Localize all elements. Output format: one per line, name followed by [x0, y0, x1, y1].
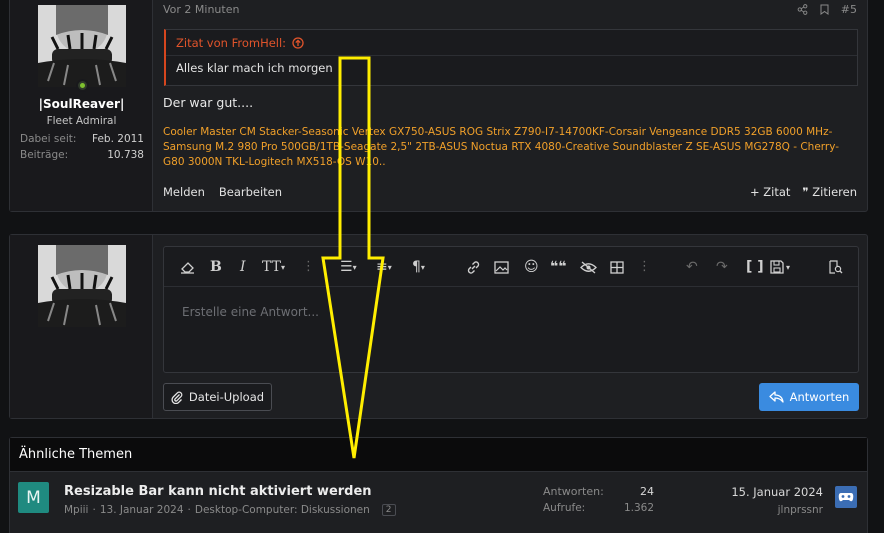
plus-icon: + [750, 185, 760, 199]
thread-author-avatar[interactable]: M [18, 482, 49, 513]
quote-author[interactable]: Zitat von FromHell: [176, 36, 286, 50]
thread-date[interactable]: 13. Januar 2024 [100, 504, 184, 516]
share-icon[interactable] [797, 4, 808, 15]
joined-label: Dabei seit: [20, 133, 77, 145]
preview-icon[interactable] [828, 258, 843, 276]
editor-toolbar: B I TT ▾ ⋮ ☰ ▾ ≡ ▾ ¶ ▾ ☺ ❝❝ ⋮ ↶ ↷ [ ] ▾ [164, 247, 858, 287]
post-user-panel: |SoulReaver| Fleet Admiral Dabei seit: F… [10, 0, 153, 211]
quote-marks-icon: ❞ [802, 185, 809, 199]
cite-button-label: Zitieren [812, 185, 857, 199]
toolbar-more-icon-2[interactable]: ⋮ [638, 259, 651, 274]
quote-divider [166, 55, 857, 56]
post-number[interactable]: #5 [841, 3, 857, 16]
reply-placeholder: Erstelle eine Antwort... [182, 305, 319, 319]
file-upload-label: Datei-Upload [188, 390, 265, 404]
user-avatar[interactable] [38, 5, 126, 87]
emoji-icon[interactable]: ☺ [524, 258, 539, 276]
quote-text: Alles klar mach ich morgen [176, 61, 333, 75]
redo-icon[interactable]: ↷ [716, 258, 728, 276]
align-icon[interactable]: ≡ ▾ [376, 258, 392, 276]
save-draft-icon[interactable]: ▾ [770, 258, 790, 276]
last-post-date[interactable]: 15. Januar 2024 [731, 485, 823, 499]
thread-title-link[interactable]: Resizable Bar kann nicht aktiviert werde… [64, 484, 372, 499]
arrow-up-circle-icon[interactable] [292, 37, 304, 49]
post-body: Der war gut.... [163, 95, 254, 110]
report-link[interactable]: Melden [163, 185, 205, 199]
file-upload-button[interactable]: Datei-Upload [163, 383, 272, 411]
replies-label: Antworten: [543, 485, 604, 498]
joined-value: Feb. 2011 [92, 133, 144, 145]
quote-icon[interactable]: ❝❝ [550, 258, 566, 276]
quote-button-label: Zitat [763, 185, 791, 199]
table-icon[interactable] [610, 258, 624, 276]
quote-button[interactable]: + Zitat [750, 185, 790, 199]
joined-row: Dabei seit: Feb. 2011 [20, 133, 144, 145]
post-meta-tools: #5 [797, 3, 857, 16]
thread-author[interactable]: Mpiii [64, 504, 88, 516]
link-icon[interactable] [466, 258, 481, 276]
views-value: 1.362 [623, 502, 654, 514]
text-size-icon[interactable]: TT ▾ [262, 258, 285, 276]
edit-link[interactable]: Bearbeiten [219, 185, 282, 199]
replies-value: 24 [640, 485, 654, 498]
online-status-icon [76, 79, 89, 92]
paragraph-icon[interactable]: ¶ ▾ [412, 258, 425, 276]
code-brackets-icon[interactable]: [ ] [746, 258, 764, 276]
post-actions-left: Melden Bearbeiten [163, 185, 282, 199]
page-2-link[interactable]: 2 [381, 504, 396, 516]
meta-separator: · [187, 504, 191, 516]
thread-forum[interactable]: Desktop-Computer: Diskussionen [195, 504, 370, 516]
views-label: Aufrufe: [543, 502, 586, 514]
last-post-user[interactable]: jlnprssnr [778, 504, 823, 516]
list-icon[interactable]: ☰ ▾ [340, 258, 357, 276]
thread-meta: Mpiii · 13. Januar 2024 · Desktop-Comput… [64, 504, 396, 516]
posts-label: Beiträge: [20, 149, 69, 161]
send-reply-label: Antworten [789, 390, 850, 404]
signature: Cooler Master CM Stacker-Seasonic Vertex… [163, 126, 840, 168]
forum-post: |SoulReaver| Fleet Admiral Dabei seit: F… [9, 0, 868, 212]
user-title: Fleet Admiral [46, 115, 117, 127]
current-user-avatar [38, 245, 126, 327]
post-actions-right: + Zitat ❞ Zitieren [750, 185, 857, 199]
gamepad-icon [838, 493, 854, 502]
send-reply-button[interactable]: Antworten [759, 383, 859, 411]
username[interactable]: |SoulReaver| [10, 97, 153, 111]
bookmark-icon[interactable] [820, 4, 829, 15]
post-time[interactable]: Vor 2 Minuten [163, 3, 239, 16]
italic-icon[interactable]: I [240, 258, 246, 276]
spoiler-icon[interactable] [580, 258, 597, 276]
meta-separator: · [92, 504, 96, 516]
quote-block: Zitat von FromHell: Alles klar mach ich … [164, 29, 858, 86]
cite-button[interactable]: ❞ Zitieren [802, 185, 857, 199]
paperclip-icon [171, 391, 183, 404]
quote-header[interactable]: Zitat von FromHell: [176, 36, 304, 50]
reply-arrow-icon [768, 391, 784, 403]
similar-threads: Ähnliche Themen M Resizable Bar kann nic… [9, 437, 868, 533]
reply-editor[interactable]: B I TT ▾ ⋮ ☰ ▾ ≡ ▾ ¶ ▾ ☺ ❝❝ ⋮ ↶ ↷ [ ] ▾ … [163, 246, 859, 373]
similar-threads-heading: Ähnliche Themen [10, 438, 867, 472]
reply-box: B I TT ▾ ⋮ ☰ ▾ ≡ ▾ ¶ ▾ ☺ ❝❝ ⋮ ↶ ↷ [ ] ▾ … [9, 234, 868, 419]
toolbar-more-icon[interactable]: ⋮ [302, 259, 315, 274]
bold-icon[interactable]: B [210, 258, 222, 276]
reply-user-panel [10, 235, 153, 418]
eraser-icon[interactable] [180, 258, 195, 276]
undo-icon[interactable]: ↶ [686, 258, 698, 276]
image-icon[interactable] [494, 258, 509, 276]
posts-row: Beiträge: 10.738 [20, 149, 144, 161]
last-user-avatar[interactable] [835, 486, 857, 508]
posts-value: 10.738 [107, 149, 144, 161]
